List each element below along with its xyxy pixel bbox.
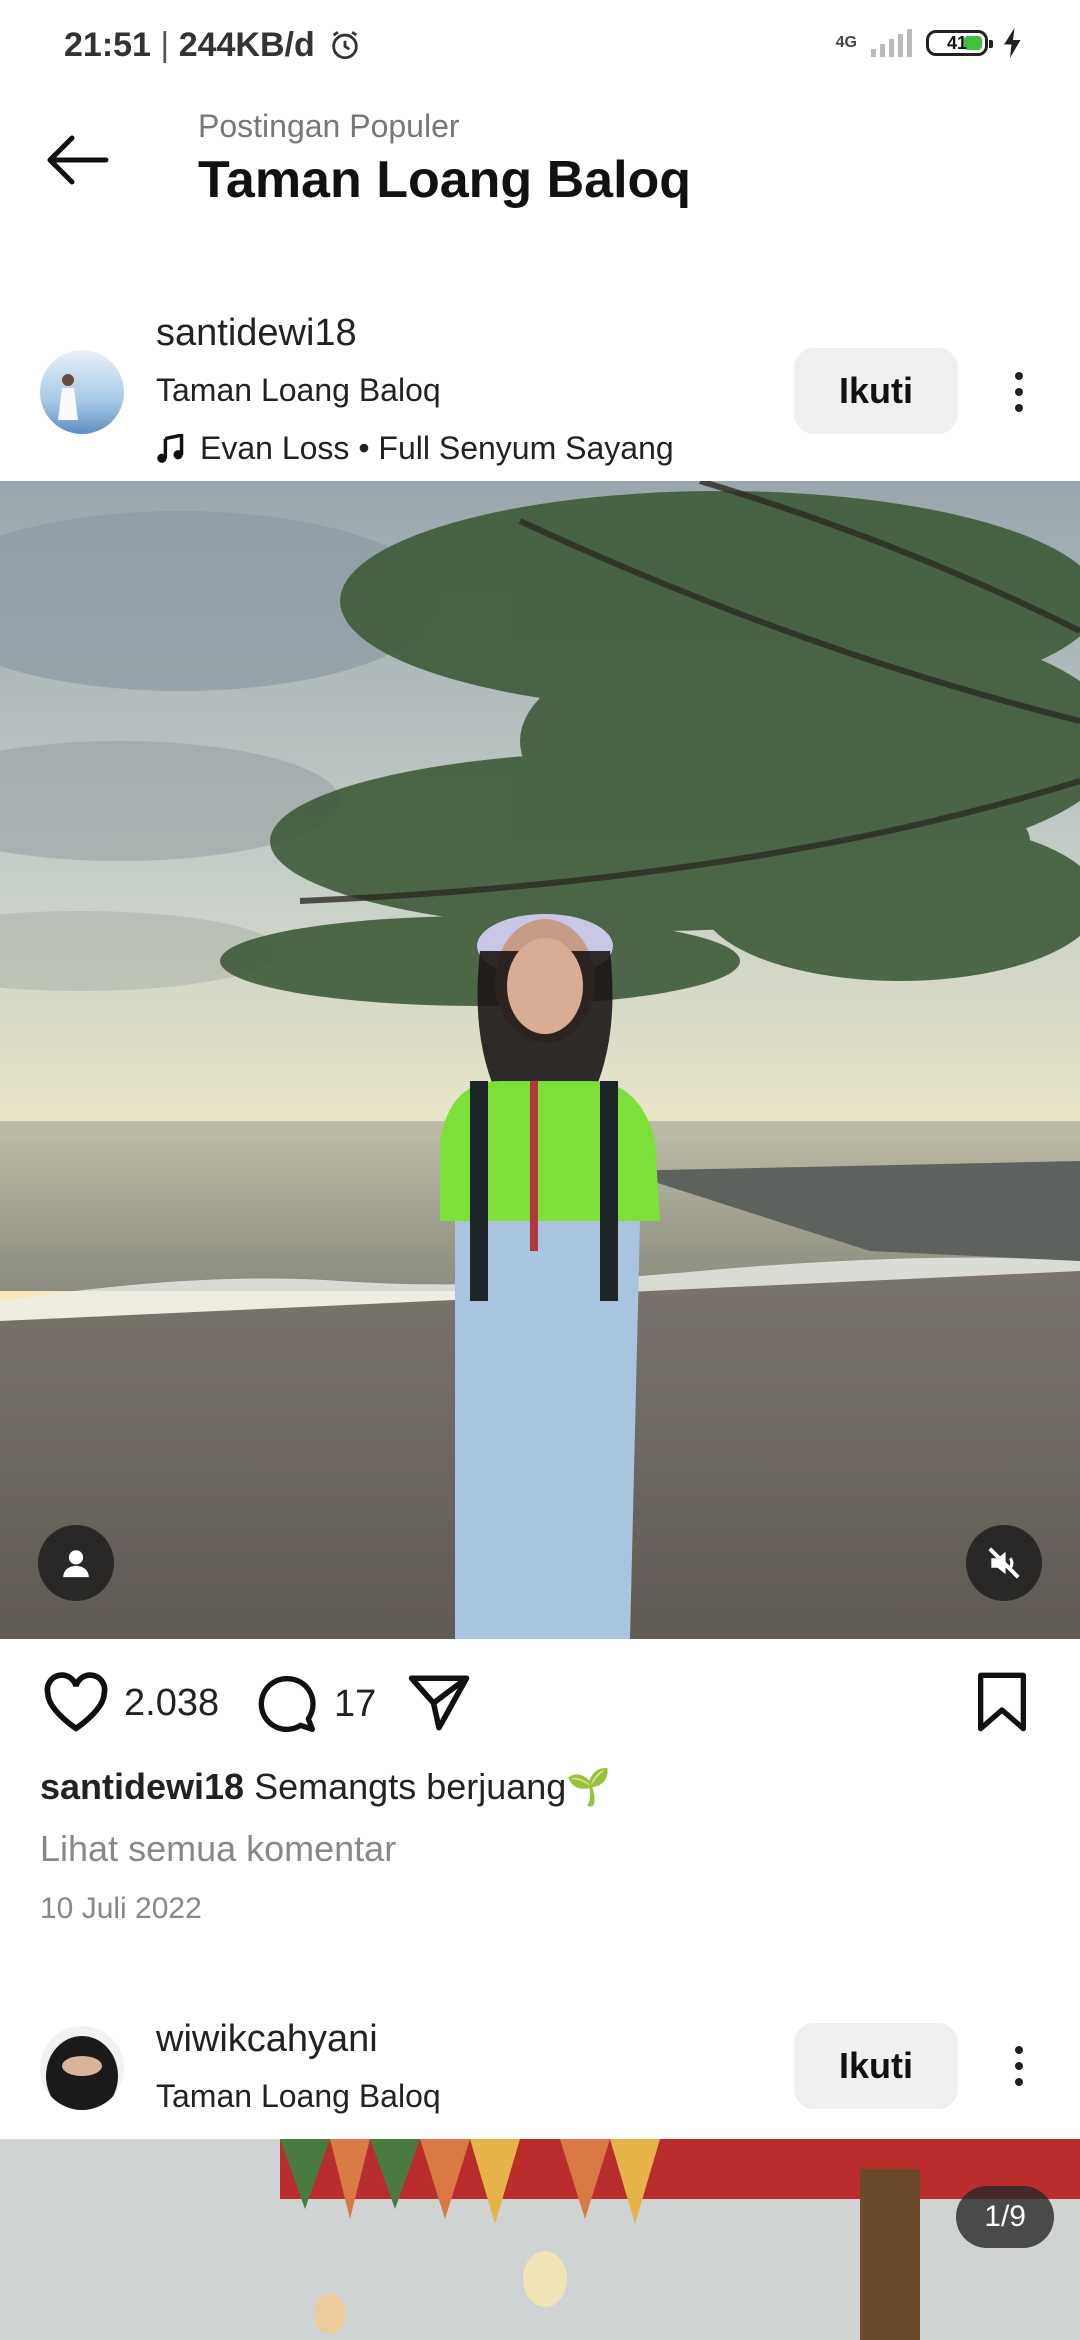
back-button[interactable] <box>40 128 116 192</box>
post-location[interactable]: Taman Loang Baloq <box>156 2078 441 2115</box>
follow-button[interactable]: Ikuti <box>794 348 958 434</box>
mute-button[interactable] <box>966 1525 1042 1601</box>
more-vertical-icon[interactable] <box>1004 362 1034 422</box>
more-vertical-icon[interactable] <box>1004 2036 1034 2096</box>
status-bar: 21:51 | 244KB/d 4G 41 <box>0 0 1080 100</box>
battery-icon: 41 <box>926 30 993 56</box>
follow-button[interactable]: Ikuti <box>794 2023 958 2109</box>
music-label: Evan Loss • Full Senyum Sayang <box>200 430 674 466</box>
battery-level: 41 <box>946 32 968 53</box>
comment-count: 17 <box>334 1682 377 1725</box>
post-username[interactable]: santidewi18 <box>156 312 357 355</box>
music-note-icon <box>157 433 184 463</box>
comment-icon <box>258 1675 316 1732</box>
charging-icon <box>1004 28 1021 58</box>
post-date: 10 Juli 2022 <box>40 1892 202 1925</box>
status-time: 21:51 | 244KB/d <box>64 26 362 65</box>
status-indicators: 4G 41 <box>836 28 1024 58</box>
page-title: Taman Loang Baloq <box>198 151 692 209</box>
post-music[interactable]: Evan Loss • Full Senyum Sayang <box>156 430 674 467</box>
user-tag-icon <box>63 1550 89 1578</box>
heart-icon <box>44 1672 108 1732</box>
mute-icon <box>988 1547 1020 1579</box>
like-count: 2.038 <box>124 1681 220 1724</box>
share-button[interactable] <box>406 1672 472 1739</box>
post-image[interactable] <box>0 481 1080 1639</box>
tag-people-button[interactable] <box>38 1525 114 1601</box>
post-caption: santidewi18 Semangts berjuang🌱 <box>40 1766 611 1808</box>
avatar-image <box>40 2026 124 2110</box>
avatar[interactable] <box>40 2026 124 2110</box>
post-username[interactable]: wiwikcahyani <box>156 2018 378 2061</box>
back-arrow-icon <box>47 135 109 185</box>
caption-username[interactable]: santidewi18 <box>40 1766 244 1807</box>
avatar[interactable] <box>40 350 124 434</box>
header-subtitle: Postingan Populer <box>198 108 460 144</box>
view-all-comments-link[interactable]: Lihat semua komentar <box>40 1828 396 1870</box>
signal-icon <box>871 29 912 57</box>
avatar-image <box>40 350 124 434</box>
bookmark-icon <box>978 1672 1026 1732</box>
like-action[interactable]: 2.038 <box>42 1672 219 1734</box>
bookmark-button[interactable] <box>974 1670 1030 1739</box>
clock: 21:51 <box>64 26 151 64</box>
market-photo <box>0 2139 1080 2340</box>
post-image[interactable] <box>0 2139 1080 2340</box>
carousel-page-indicator: 1/9 <box>956 2186 1054 2248</box>
network-speed: 244KB/d <box>178 26 315 64</box>
post-location[interactable]: Taman Loang Baloq <box>156 372 441 409</box>
network-type: 4G <box>835 34 857 51</box>
comment-action[interactable]: 17 <box>254 1672 376 1736</box>
caption-text: Semangts berjuang🌱 <box>254 1766 612 1807</box>
beach-photo <box>0 481 1080 1639</box>
share-icon <box>408 1675 470 1731</box>
alarm-icon <box>332 31 358 60</box>
